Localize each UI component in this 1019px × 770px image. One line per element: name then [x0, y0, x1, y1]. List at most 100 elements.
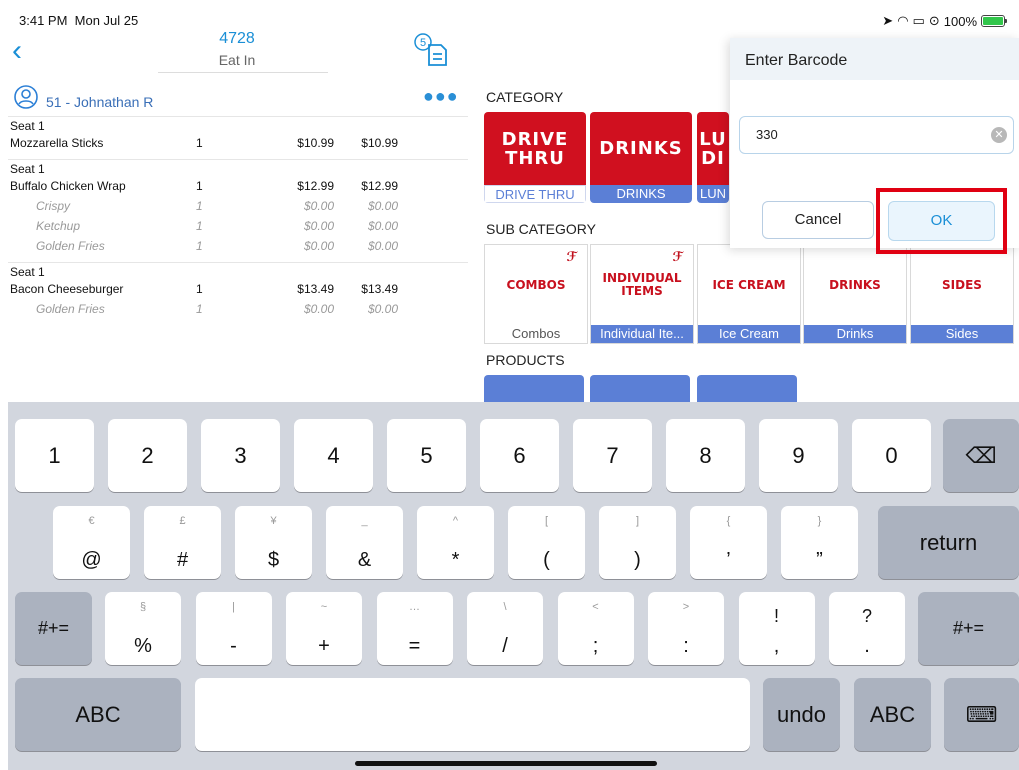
category-tile[interactable]: LU DI LUN	[697, 112, 729, 203]
key-symbol[interactable]: }”	[781, 506, 858, 579]
symbols-shift-key[interactable]: #+=	[15, 592, 92, 665]
key-8[interactable]: 8	[666, 419, 745, 492]
item-total: $10.99	[361, 136, 398, 150]
back-chevron-icon[interactable]: ‹	[12, 36, 22, 66]
key-label: -	[230, 635, 237, 657]
item-qty: 1	[196, 136, 203, 150]
order-item-row[interactable]: Buffalo Chicken Wrap 1 $12.99 $12.99	[8, 176, 468, 196]
key-symbol[interactable]: € @	[53, 506, 130, 579]
category-tile[interactable]: DRIVE THRU DRIVE THRU	[484, 112, 586, 203]
abc-key[interactable]: ABC	[15, 678, 181, 751]
key-symbol[interactable]: | -	[195, 592, 272, 665]
key-symbol[interactable]: <;	[557, 592, 634, 665]
key-7[interactable]: 7	[573, 419, 652, 492]
customer-row[interactable]: 51 - Johnathan R	[14, 84, 153, 110]
key-symbol[interactable]: ~ +	[286, 592, 362, 665]
key-9[interactable]: 9	[759, 419, 838, 492]
order-item-row[interactable]: Bacon Cheeseburger 1 $13.49 $13.49	[8, 279, 468, 299]
category-title: CATEGORY	[486, 89, 564, 105]
header-divider	[158, 72, 328, 73]
subcategory-tile[interactable]: ICE CREAM Ice Cream	[697, 244, 801, 344]
item-price: $13.49	[297, 282, 334, 296]
key-symbol[interactable]: !,	[738, 592, 815, 665]
key-symbol[interactable]: {’	[690, 506, 767, 579]
key-6[interactable]: 6	[480, 419, 559, 492]
key-label: .	[864, 635, 870, 657]
hide-keyboard-key[interactable]: ⌨	[944, 678, 1019, 751]
key-label: 6	[513, 443, 526, 468]
key-3[interactable]: 3	[201, 419, 280, 492]
cancel-button[interactable]: Cancel	[762, 201, 874, 239]
category-art: LU DI	[697, 112, 729, 185]
app-frame: 3:41 PM Mon Jul 25 ➤ ◠ ▭ ⊙ 100% ‹ 4728 E…	[8, 8, 1019, 770]
subcategory-art: SIDES	[942, 277, 982, 292]
brand-logo-icon: ℱ	[566, 249, 578, 264]
modifier-row[interactable]: Golden Fries 1 $0.00 $0.00	[8, 299, 468, 319]
key-4[interactable]: 4	[294, 419, 373, 492]
key-alt-label: …	[409, 601, 420, 613]
key-symbol[interactable]: ])	[599, 506, 676, 579]
symbols-shift-key[interactable]: #+=	[918, 592, 1019, 665]
item-total: $0.00	[367, 199, 398, 213]
abc-label: ABC	[869, 702, 916, 727]
key-0[interactable]: 0	[852, 419, 931, 492]
subcategory-tile[interactable]: DRINKS Drinks	[803, 244, 907, 344]
modifier-row[interactable]: Golden Fries 1 $0.00 $0.00	[8, 236, 468, 256]
abc-label: ABC	[75, 702, 121, 727]
more-options-icon[interactable]: ●●●	[423, 86, 459, 107]
order-type[interactable]: Eat In	[193, 52, 281, 68]
key-symbol[interactable]: §%	[105, 592, 181, 665]
key-symbol[interactable]: ¥ $	[235, 506, 312, 579]
category-label: DRIVE THRU	[484, 185, 586, 203]
key-label: 2	[141, 443, 154, 468]
seat-label: Seat 1	[10, 162, 45, 176]
modifier-row[interactable]: Ketchup 1 $0.00 $0.00	[8, 216, 468, 236]
key-symbol[interactable]: \ /	[467, 592, 543, 665]
order-number[interactable]: 4728	[193, 30, 281, 48]
item-total: $0.00	[367, 219, 398, 233]
modifier-row[interactable]: Crispy 1 $0.00 $0.00	[8, 196, 468, 216]
order-item-row[interactable]: Mozzarella Sticks 1 $10.99 $10.99	[8, 133, 468, 153]
key-symbol[interactable]: _ &	[326, 506, 403, 579]
receipt-count-icon[interactable]: 5	[412, 32, 452, 66]
home-indicator[interactable]	[355, 761, 657, 766]
key-symbol[interactable]: ?.	[829, 592, 905, 665]
return-key[interactable]: return	[878, 506, 1019, 579]
item-total: $0.00	[367, 239, 398, 253]
key-label: +	[318, 635, 330, 657]
key-label: (	[543, 549, 550, 571]
key-label: 0	[885, 443, 898, 468]
key-label: ,	[773, 635, 780, 657]
category-tile[interactable]: DRINKS DRINKS	[590, 112, 692, 203]
space-key[interactable]	[195, 678, 750, 751]
wifi-icon: ◠	[897, 13, 909, 28]
subcategory-tile[interactable]: ℱ COMBOS Combos	[484, 244, 588, 344]
key-5[interactable]: 5	[387, 419, 466, 492]
subcategory-tile[interactable]: SIDES Sides	[910, 244, 1014, 344]
undo-key[interactable]: undo	[763, 678, 840, 751]
key-symbol[interactable]: ^ *	[417, 506, 494, 579]
key-alt-label: £	[179, 515, 186, 527]
key-1[interactable]: 1	[15, 419, 94, 492]
barcode-input[interactable]: 330 ✕	[739, 116, 1014, 154]
key-symbol[interactable]: … =	[376, 592, 453, 665]
ok-button[interactable]: OK	[888, 201, 995, 241]
key-label: 8	[699, 443, 712, 468]
key-label: 1	[48, 443, 61, 468]
subcategory-tile[interactable]: ℱ INDIVIDUAL ITEMS Individual Ite...	[590, 244, 694, 344]
key-symbol[interactable]: >:	[648, 592, 724, 665]
item-total: $13.49	[361, 282, 398, 296]
key-symbol[interactable]: [(	[508, 506, 585, 579]
key-alt-label: }	[817, 515, 822, 527]
abc-key[interactable]: ABC	[854, 678, 931, 751]
item-qty: 1	[196, 219, 203, 233]
product-tile[interactable]	[484, 375, 584, 405]
product-tile[interactable]	[697, 375, 797, 405]
key-symbol[interactable]: £ #	[144, 506, 221, 579]
clear-input-icon[interactable]: ✕	[991, 127, 1007, 143]
key-2[interactable]: 2	[108, 419, 187, 492]
key-label: /	[502, 635, 508, 657]
location-icon: ➤	[882, 13, 894, 28]
backspace-key[interactable]: ⌫	[943, 419, 1019, 492]
product-tile[interactable]	[590, 375, 690, 405]
